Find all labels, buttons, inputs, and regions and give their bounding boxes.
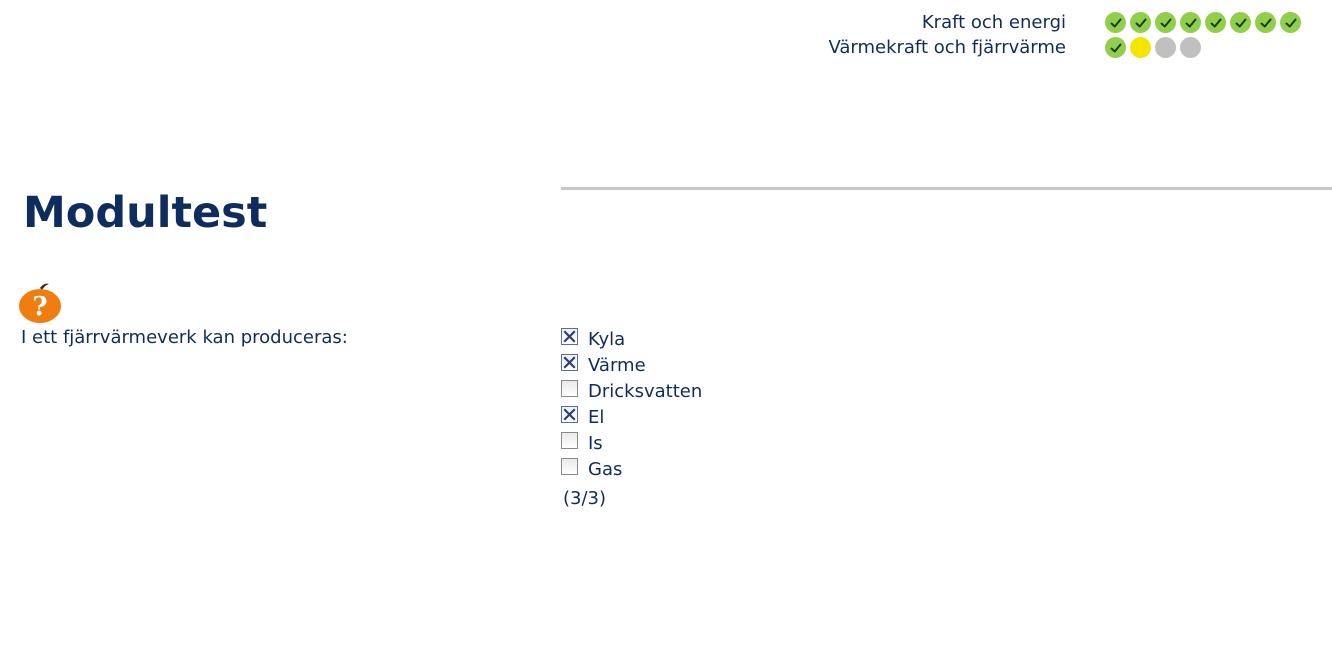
score-text: (3/3) <box>563 488 607 509</box>
option-label: Dricksvatten <box>588 380 703 402</box>
option-label: Kyla <box>588 328 626 350</box>
checkmark-icon <box>1235 18 1246 27</box>
option-checkbox[interactable] <box>561 327 578 345</box>
progress-row-varmekraft: Värmekraft och fjärrvärme <box>0 35 1332 60</box>
option-dricksvatten[interactable]: Dricksvatten <box>561 378 702 404</box>
progress-dot-current <box>1130 37 1151 58</box>
progress-dot-pending <box>1155 37 1176 58</box>
progress-dot-done <box>1180 12 1201 33</box>
progress-label: Kraft och energi <box>921 12 1066 33</box>
progress-row-kraft-och-energi: Kraft och energi <box>0 10 1332 35</box>
check-x-icon <box>563 329 576 343</box>
option-checkbox[interactable] <box>561 379 578 397</box>
checkmark-icon <box>1285 18 1296 27</box>
progress-dots <box>1105 37 1201 58</box>
page-title: Modultest <box>23 188 268 238</box>
option-checkbox[interactable] <box>561 457 578 475</box>
progress-dot-done <box>1230 12 1251 33</box>
option-label: El <box>588 406 605 428</box>
option-el[interactable]: El <box>561 404 702 430</box>
progress-dot-pending <box>1180 37 1201 58</box>
option-varme[interactable]: Värme <box>561 352 702 378</box>
divider <box>561 187 1332 190</box>
checkmark-icon <box>1210 18 1221 27</box>
progress-dots <box>1105 12 1301 33</box>
checkmark-icon <box>1135 18 1146 27</box>
progress-dot-done <box>1205 12 1226 33</box>
progress-dot-done <box>1105 12 1126 33</box>
progress-dot-done <box>1105 37 1126 58</box>
checkmark-icon <box>1260 18 1271 27</box>
option-gas[interactable]: Gas <box>561 456 702 482</box>
checkmark-icon <box>1185 18 1196 27</box>
progress-label: Värmekraft och fjärrvärme <box>828 37 1066 58</box>
option-checkbox[interactable] <box>561 431 578 449</box>
progress-dot-done <box>1130 12 1151 33</box>
option-is[interactable]: Is <box>561 430 702 456</box>
option-label: Gas <box>588 458 623 480</box>
option-label: Is <box>588 432 603 454</box>
checkmark-icon <box>1110 43 1121 52</box>
progress-dot-done <box>1280 12 1301 33</box>
progress-dot-done <box>1155 12 1176 33</box>
checkmark-icon <box>1160 18 1171 27</box>
option-kyla[interactable]: Kyla <box>561 326 702 352</box>
option-checkbox[interactable] <box>561 353 578 371</box>
page: Kraft och energi Värmekraft och fjärrvär… <box>0 0 1332 662</box>
question-text: I ett fjärrvärmeverk kan produceras: <box>21 327 348 348</box>
option-label: Värme <box>588 354 646 376</box>
orange-question-icon: ? <box>19 283 61 323</box>
checkmark-icon <box>1110 18 1121 27</box>
svg-text:?: ? <box>32 292 47 322</box>
check-x-icon <box>563 355 576 369</box>
option-checkbox[interactable] <box>561 405 578 423</box>
check-x-icon <box>563 407 576 421</box>
answer-options: Kyla Värme Dricksvatten El Is Gas <box>561 326 702 482</box>
progress-dot-done <box>1255 12 1276 33</box>
